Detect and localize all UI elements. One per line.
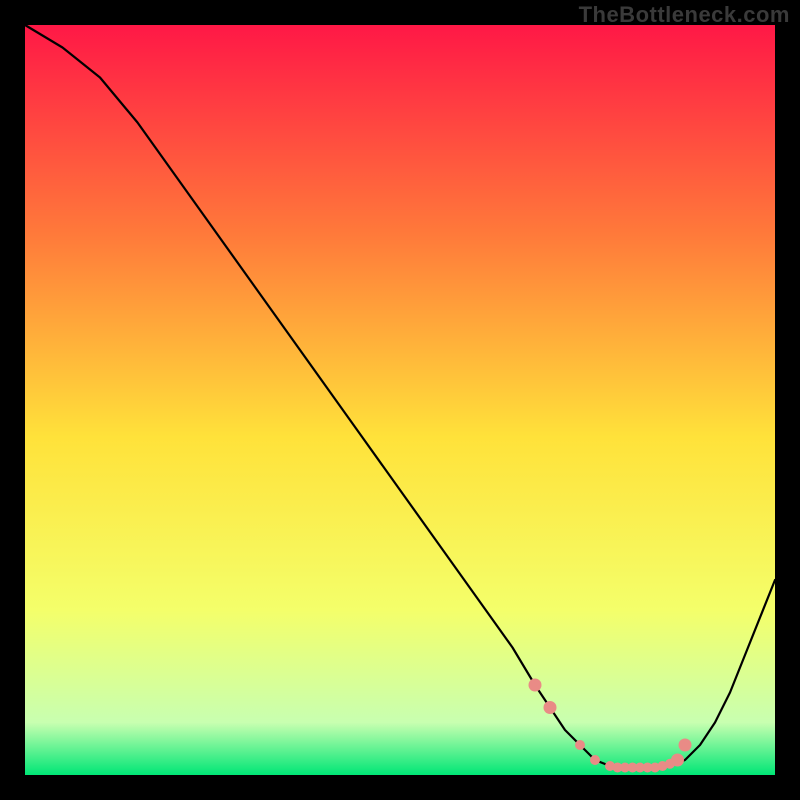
data-marker	[679, 739, 692, 752]
chart-frame: TheBottleneck.com	[0, 0, 800, 800]
data-marker	[671, 754, 684, 767]
data-marker	[575, 740, 585, 750]
data-marker	[590, 755, 600, 765]
bottleneck-chart	[0, 0, 800, 800]
data-marker	[529, 679, 542, 692]
plot-background	[25, 25, 775, 775]
data-marker	[544, 701, 557, 714]
watermark-label: TheBottleneck.com	[579, 2, 790, 28]
